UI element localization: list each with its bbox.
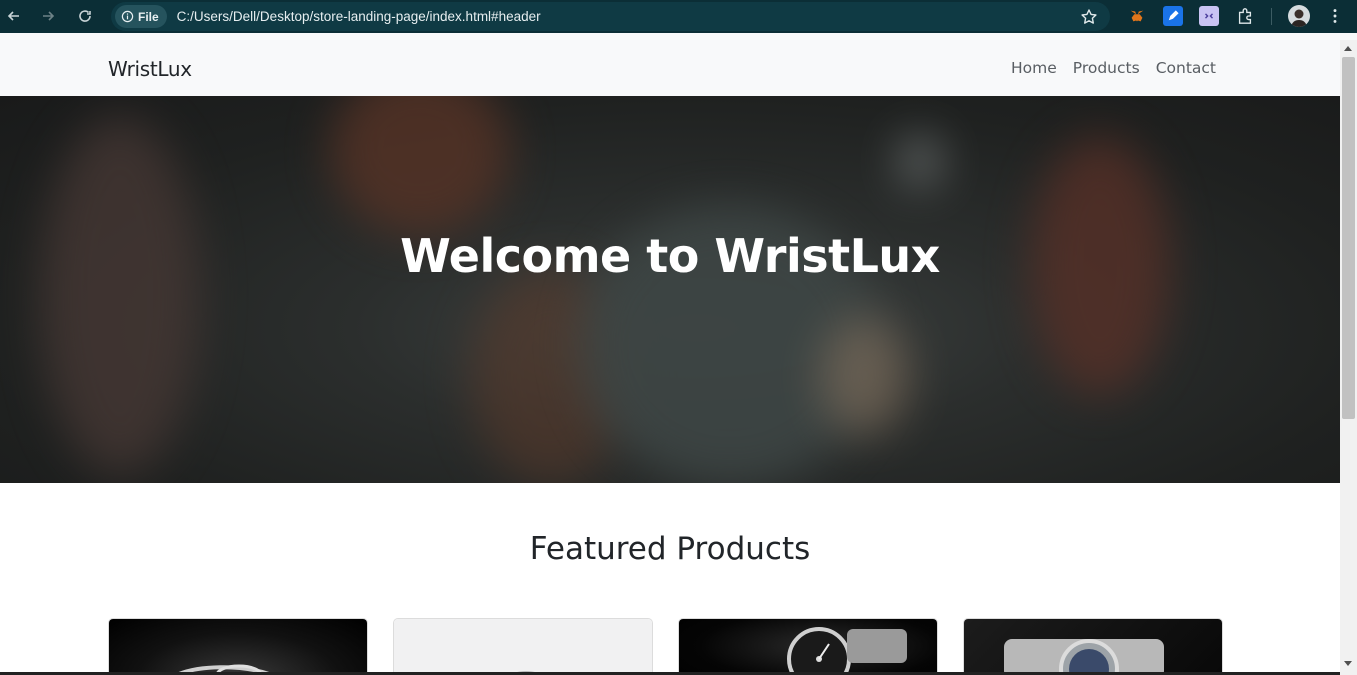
- product-card[interactable]: [108, 618, 368, 675]
- url-text[interactable]: C:/Users/Dell/Desktop/store-landing-page…: [177, 9, 541, 24]
- nav-link-contact[interactable]: Contact: [1156, 59, 1216, 77]
- product-image: [394, 619, 652, 675]
- edit-extension-icon[interactable]: [1163, 6, 1183, 26]
- product-image: [109, 619, 367, 675]
- scrollbar-thumb[interactable]: [1342, 57, 1355, 419]
- site-info-chip[interactable]: File: [115, 5, 167, 28]
- hero-blur-shape: [40, 116, 200, 476]
- back-arrow-icon[interactable]: [1, 3, 27, 29]
- profile-avatar[interactable]: [1288, 5, 1310, 27]
- navbar-brand[interactable]: WristLux: [108, 57, 192, 81]
- scroll-down-arrow-icon[interactable]: [1344, 661, 1352, 666]
- site-chip-label: File: [138, 9, 159, 24]
- puzzle-icon[interactable]: [1235, 6, 1255, 26]
- hero-title: Welcome to WristLux: [400, 229, 940, 283]
- nav-links: Home Products Contact: [1011, 59, 1216, 77]
- address-bar[interactable]: File C:/Users/Dell/Desktop/store-landing…: [111, 2, 1110, 31]
- product-image: [679, 619, 937, 675]
- toolbar-divider: [1271, 8, 1272, 25]
- more-icon[interactable]: [1325, 6, 1345, 26]
- reload-icon[interactable]: [72, 3, 98, 29]
- star-icon[interactable]: [1080, 8, 1098, 26]
- scroll-up-arrow-icon[interactable]: [1344, 46, 1352, 51]
- site-navbar: WristLux Home Products Contact: [0, 40, 1340, 96]
- hero-blur-shape: [330, 96, 510, 236]
- nav-link-home[interactable]: Home: [1011, 59, 1057, 77]
- forward-arrow-icon[interactable]: [35, 3, 61, 29]
- extension-icon[interactable]: [1199, 6, 1219, 26]
- nav-link-products[interactable]: Products: [1073, 59, 1140, 77]
- product-image: [964, 619, 1222, 675]
- hero-blur-shape: [820, 316, 910, 436]
- browser-toolbar: File C:/Users/Dell/Desktop/store-landing…: [0, 0, 1357, 33]
- page-top-edge: [0, 33, 1357, 40]
- page-viewport: WristLux Home Products Contact Welcome t…: [0, 40, 1340, 675]
- product-card[interactable]: [963, 618, 1223, 675]
- hero-blur-shape: [900, 136, 940, 186]
- info-icon: [121, 10, 134, 23]
- featured-products-title: Featured Products: [529, 531, 811, 567]
- metamask-icon[interactable]: [1127, 6, 1147, 26]
- product-card[interactable]: [393, 618, 653, 675]
- product-card[interactable]: [678, 618, 938, 675]
- hero-banner: Welcome to WristLux: [0, 96, 1340, 483]
